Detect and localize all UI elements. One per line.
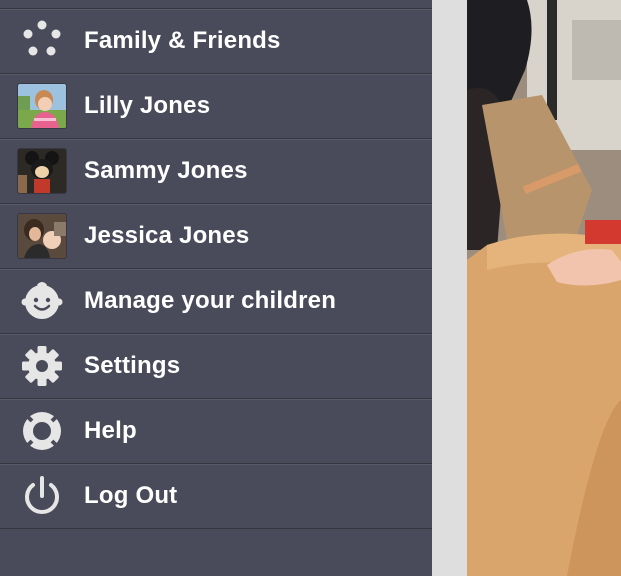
menu-item-label: Jessica Jones [84, 222, 250, 249]
menu-item-label: Settings [84, 352, 181, 379]
lilly-avatar [17, 83, 67, 129]
sammy-avatar [17, 148, 67, 194]
menu-item-label: Sammy Jones [84, 157, 248, 184]
menu-item-family-friends[interactable]: Family & Friends [0, 9, 432, 74]
family-dots-icon [17, 18, 67, 64]
menu-item-label: Help [84, 417, 137, 444]
menu-item-label: Family & Friends [84, 27, 281, 54]
menu-item-label: Lilly Jones [84, 92, 211, 119]
menu-item-jessica-jones[interactable]: Jessica Jones [0, 204, 432, 269]
menu-item-manage-children[interactable]: Manage your children [0, 269, 432, 334]
menu-item-sammy-jones[interactable]: Sammy Jones [0, 139, 432, 204]
menu-item-label: Log Out [84, 482, 178, 509]
menu-item-log-out[interactable]: Log Out [0, 464, 432, 529]
menu-item-settings[interactable]: Settings [0, 334, 432, 399]
drawer-top-edge [0, 0, 432, 9]
baby-face-icon [17, 278, 67, 324]
main-content-photo[interactable] [467, 0, 621, 576]
power-icon [17, 473, 67, 519]
gear-icon [17, 343, 67, 389]
navigation-drawer: Family & Friends Lilly Jones Sammy Jones… [0, 0, 433, 576]
drawer-gutter [432, 0, 467, 576]
lifebuoy-icon [17, 408, 67, 454]
menu-item-lilly-jones[interactable]: Lilly Jones [0, 74, 432, 139]
menu-item-label: Manage your children [84, 287, 337, 314]
jessica-avatar [17, 213, 67, 259]
menu-item-help[interactable]: Help [0, 399, 432, 464]
